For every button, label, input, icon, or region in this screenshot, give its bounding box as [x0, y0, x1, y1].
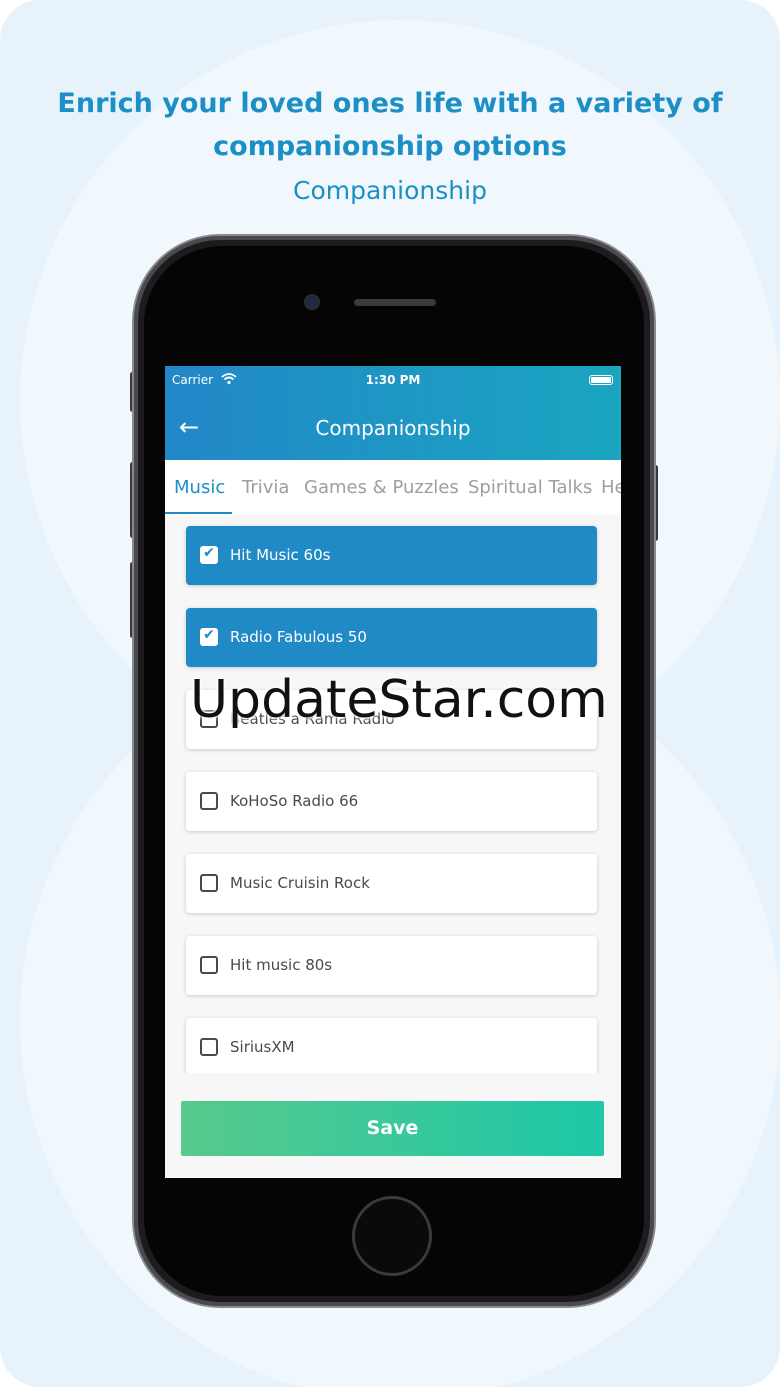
promo-subheadline: Companionship: [293, 176, 487, 205]
checkbox-icon[interactable]: [200, 792, 218, 810]
category-tabs: Music Trivia Games & Puzzles Spiritual T…: [165, 460, 621, 515]
tab-music[interactable]: Music: [174, 477, 225, 498]
list-item-label: Radio Fabulous 50: [230, 628, 367, 646]
station-list: ✔ Hit Music 60s ✔ Radio Fabulous 50 Beat…: [165, 515, 621, 1073]
list-item[interactable]: ✔ Radio Fabulous 50: [186, 608, 597, 667]
checkbox-icon[interactable]: [200, 956, 218, 974]
checkmark-icon: ✔: [203, 545, 215, 561]
list-item-label: KoHoSo Radio 66: [230, 792, 359, 810]
list-item[interactable]: ✔ Hit Music 60s: [186, 526, 597, 585]
list-item-label: SiriusXM: [230, 1038, 295, 1056]
app-header: ← Companionship: [165, 396, 621, 460]
checkbox-icon[interactable]: [200, 874, 218, 892]
tab-more[interactable]: He: [601, 477, 621, 498]
status-bar: Carrier 1:30 PM: [165, 366, 621, 396]
tab-spiritual-talks[interactable]: Spiritual Talks: [468, 477, 592, 498]
header-title: Companionship: [315, 416, 471, 440]
home-button[interactable]: [352, 1196, 432, 1276]
app-screen: Carrier 1:30 PM ← Companionship Music Tr…: [165, 366, 621, 1178]
list-item-label: Hit music 80s: [230, 956, 333, 974]
tab-trivia[interactable]: Trivia: [242, 477, 289, 498]
active-tab-indicator: [165, 512, 232, 514]
front-camera: [306, 296, 318, 308]
list-item-label: Hit Music 60s: [230, 546, 331, 564]
status-time: 1:30 PM: [365, 373, 421, 387]
promo-headline: Enrich your loved ones life with a varie…: [57, 88, 723, 162]
checkmark-icon: ✔: [203, 627, 215, 643]
checkbox-icon[interactable]: ✔: [200, 545, 218, 564]
save-button[interactable]: Save: [181, 1101, 604, 1156]
list-item[interactable]: Hit music 80s: [186, 936, 597, 995]
checkbox-icon[interactable]: ✔: [200, 627, 218, 646]
list-item-label: Music Cruisin Rock: [230, 874, 370, 892]
list-item[interactable]: KoHoSo Radio 66: [186, 772, 597, 831]
promo-canvas: Enrich your loved ones life with a varie…: [0, 0, 780, 1387]
list-item[interactable]: SiriusXM: [186, 1018, 597, 1073]
list-item[interactable]: Music Cruisin Rock: [186, 854, 597, 913]
checkbox-icon[interactable]: [200, 1038, 218, 1056]
tab-games-puzzles[interactable]: Games & Puzzles: [304, 477, 459, 498]
watermark: UpdateStar.com: [190, 670, 608, 730]
earpiece-speaker: [354, 299, 436, 306]
battery-icon: [589, 375, 613, 385]
